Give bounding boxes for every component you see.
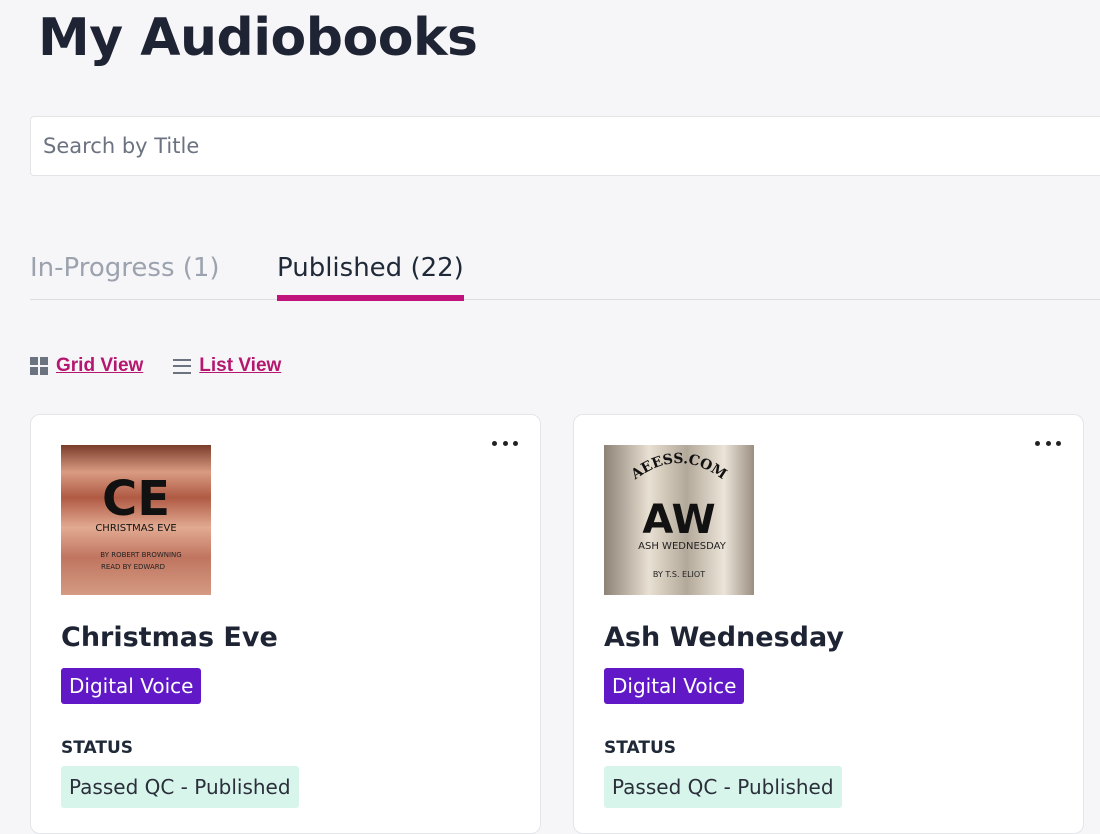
status-label: STATUS [61, 738, 134, 758]
cover-initials: AW [642, 497, 715, 543]
voice-badge: Digital Voice [604, 668, 745, 704]
search-input[interactable] [31, 117, 1100, 175]
book-cover-christmas-eve[interactable]: CE CHRISTMAS EVE BY ROBERT BROWNING READ… [61, 445, 211, 595]
book-title[interactable]: Christmas Eve [61, 622, 278, 653]
more-options-icon[interactable] [1035, 437, 1061, 449]
list-view-label[interactable]: List View [199, 355, 281, 377]
cover-narrator: READ BY EDWARD [101, 563, 165, 571]
book-card-christmas-eve[interactable]: CE CHRISTMAS EVE BY ROBERT BROWNING READ… [30, 414, 541, 834]
voice-badge: Digital Voice [61, 668, 202, 704]
book-title[interactable]: Ash Wednesday [604, 622, 844, 653]
grid-view-label[interactable]: Grid View [56, 355, 143, 377]
book-card-ash-wednesday[interactable]: AEESS.COM AW ASH WEDNESDAY BY T.S. ELIOT… [573, 414, 1084, 834]
page-title: My Audiobooks [38, 8, 478, 68]
view-switcher: Grid View List View [30, 352, 311, 380]
cover-art: AEESS.COM AW ASH WEDNESDAY BY T.S. ELIOT [604, 445, 754, 595]
tab-in-progress[interactable]: In-Progress (1) [30, 248, 220, 288]
search-box[interactable] [30, 116, 1100, 176]
grid-icon [30, 357, 48, 375]
more-options-icon[interactable] [492, 437, 518, 449]
status-label: STATUS [604, 738, 677, 758]
list-icon [173, 358, 192, 374]
status-badge: Passed QC - Published [61, 766, 299, 808]
cover-author: BY ROBERT BROWNING [100, 551, 181, 559]
cover-subtitle: CHRISTMAS EVE [95, 523, 176, 534]
tab-published[interactable]: Published (22) [277, 248, 464, 301]
cover-art: CE CHRISTMAS EVE BY ROBERT BROWNING READ… [61, 445, 211, 595]
cover-author: BY T.S. ELIOT [653, 570, 705, 579]
grid-view-toggle[interactable]: Grid View [30, 355, 143, 377]
status-badge: Passed QC - Published [604, 766, 842, 808]
status-tabs: In-Progress (1) Published (22) [30, 240, 1100, 301]
cover-initials: CE [102, 471, 170, 527]
cover-subtitle: ASH WEDNESDAY [638, 541, 727, 552]
list-view-toggle[interactable]: List View [173, 355, 281, 377]
book-cover-ash-wednesday[interactable]: AEESS.COM AW ASH WEDNESDAY BY T.S. ELIOT [604, 445, 754, 595]
